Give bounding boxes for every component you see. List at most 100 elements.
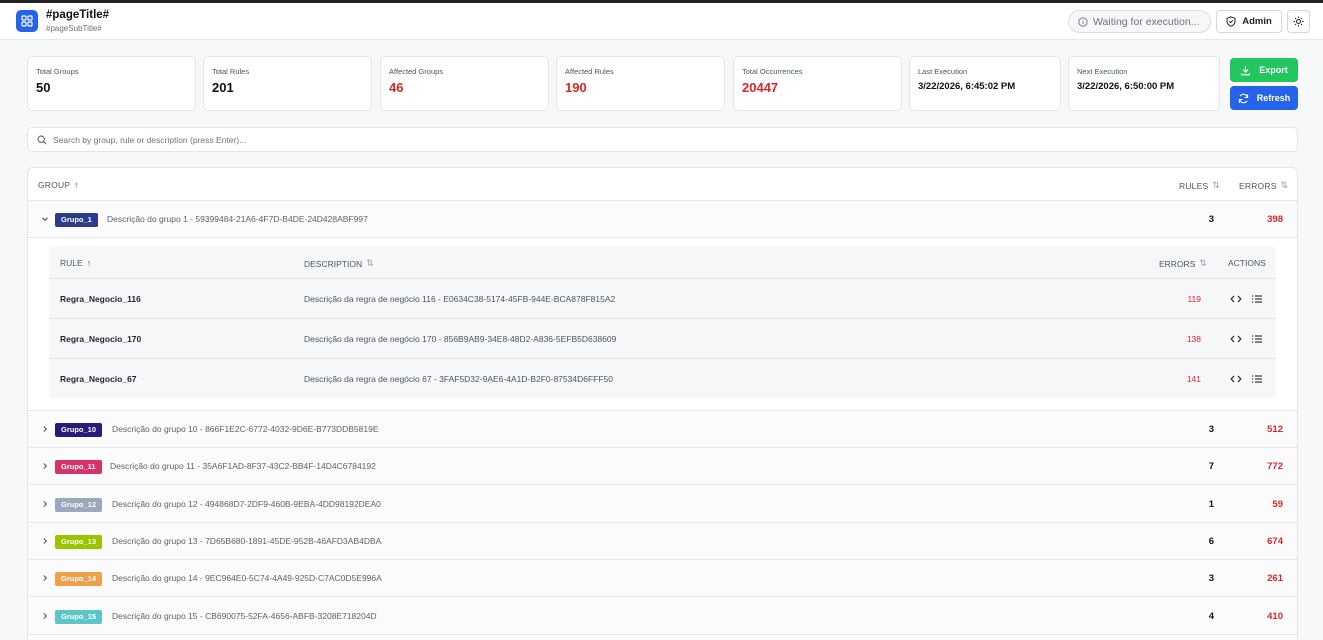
list-icon[interactable] (1251, 333, 1263, 345)
code-icon[interactable] (1230, 293, 1242, 305)
column-header-rule[interactable]: RULE ↑ (60, 258, 91, 268)
group-badge: Grupo_11 (55, 460, 102, 474)
stat-label: Total Groups (36, 67, 79, 76)
list-icon[interactable] (1251, 373, 1263, 385)
column-header-label: GROUP (38, 180, 71, 190)
list-icon[interactable] (1251, 293, 1263, 305)
app-logo-icon (16, 10, 38, 32)
column-header-label: ACTIONS (1228, 258, 1266, 268)
theme-toggle-button[interactable] (1287, 10, 1310, 33)
group-row[interactable]: Grupo_15 Descrição do grupo 15 - CB69007… (28, 598, 1297, 635)
group-errors-count: 512 (1267, 424, 1283, 435)
stat-card-last-execution: Last Execution 3/22/2026, 6:45:02 PM (909, 56, 1061, 111)
stat-label: Affected Groups (389, 67, 444, 76)
stat-card-next-execution: Next Execution 3/22/2026, 6:50:00 PM (1068, 56, 1220, 111)
code-icon[interactable] (1230, 333, 1242, 345)
stat-label: Last Execution (918, 67, 968, 76)
column-header-rules[interactable]: RULES ⇅ (1179, 180, 1220, 191)
search-bar (27, 127, 1298, 152)
column-header-rule-errors[interactable]: ERRORS ⇅ (1159, 258, 1207, 269)
stat-value: 3/22/2026, 6:50:00 PM (1077, 81, 1175, 92)
rule-errors-count: 138 (1186, 334, 1201, 344)
rule-row: Regra_Negocio_170 Descrição da regra de … (49, 318, 1276, 358)
group-rules-count: 1 (1208, 499, 1214, 510)
chevron-right-icon[interactable] (40, 573, 50, 583)
export-button[interactable]: Export (1230, 58, 1298, 82)
group-description: Descrição do grupo 13 - 7D65B680-1891-45… (112, 536, 382, 546)
rule-name: Regra_Negocio_170 (60, 334, 142, 344)
stat-value: 46 (389, 80, 404, 95)
info-icon (1078, 16, 1088, 27)
chevron-right-icon[interactable] (40, 461, 50, 471)
refresh-button-label: Refresh (1256, 93, 1291, 103)
rule-row: Regra_Negocio_116 Descrição da regra de … (49, 278, 1276, 318)
sun-icon (1293, 16, 1304, 27)
admin-button[interactable]: Admin (1216, 10, 1282, 33)
chevron-right-icon[interactable] (40, 536, 50, 546)
stat-card-total-rules: Total Rules 201 (203, 56, 372, 111)
rule-errors-count: 141 (1186, 374, 1201, 384)
column-header-actions: ACTIONS (1228, 258, 1266, 268)
code-icon[interactable] (1230, 373, 1242, 385)
rule-description: Descrição da regra de negócio 116 - E063… (304, 294, 616, 304)
group-badge: Grupo_14 (55, 572, 103, 586)
group-errors-count: 398 (1267, 214, 1283, 225)
sort-icon: ⇅ (1199, 258, 1207, 268)
column-header-label: RULES (1179, 180, 1209, 191)
refresh-icon (1238, 93, 1248, 103)
column-header-label: ERRORS (1239, 180, 1277, 191)
sort-icon: ⇅ (1212, 180, 1221, 190)
group-rules-count: 3 (1208, 573, 1214, 584)
group-row[interactable]: Grupo_1 Descrição do grupo 1 - 59399484-… (28, 201, 1297, 238)
group-rules-count: 6 (1208, 536, 1214, 547)
group-errors-count: 410 (1267, 611, 1283, 622)
sort-icon: ⇅ (366, 258, 374, 268)
group-row[interactable]: Grupo_12 Descrição do grupo 12 - 494868D… (28, 486, 1297, 523)
stat-value: 190 (565, 80, 587, 95)
download-icon (1241, 65, 1251, 75)
group-errors-count: 261 (1267, 573, 1283, 584)
stat-value: 20447 (742, 80, 779, 95)
execution-status-text: Waiting for execution... (1093, 15, 1200, 28)
chevron-down-icon[interactable] (40, 214, 50, 224)
group-badge: Grupo_13 (55, 535, 103, 549)
page-subtitle: #pageSubTitle# (46, 24, 102, 33)
stat-label: Affected Rules (565, 67, 614, 76)
rule-name: Regra_Negocio_67 (60, 374, 137, 384)
group-row[interactable]: Grupo_14 Descrição do grupo 14 - 9EC964E… (28, 560, 1297, 597)
stat-value: 201 (212, 80, 234, 95)
column-header-group[interactable]: GROUP ↑ (38, 180, 79, 190)
group-badge: Grupo_15 (55, 610, 103, 624)
column-header-description[interactable]: DESCRIPTION ⇅ (304, 258, 374, 269)
column-header-label: RULE (60, 258, 83, 268)
group-errors-count: 674 (1267, 536, 1283, 547)
app-header: #pageTitle# #pageSubTitle# Waiting for e… (0, 3, 1323, 40)
stat-value: 50 (36, 80, 51, 95)
execution-status-badge: Waiting for execution... (1068, 10, 1211, 33)
chevron-right-icon[interactable] (40, 424, 50, 434)
shield-icon (1226, 16, 1236, 27)
group-row[interactable]: Grupo_11 Descrição do grupo 11 - 35A6F1A… (28, 448, 1297, 485)
group-rules-panel: RULE ↑ DESCRIPTION ⇅ ERRORS ⇅ ACTIONS Re… (28, 238, 1297, 411)
group-badge: Grupo_1 (55, 213, 98, 227)
group-row[interactable]: Grupo_10 Descrição do grupo 10 - 866F1E2… (28, 411, 1297, 448)
rule-description: Descrição da regra de negócio 67 - 3FAF5… (304, 374, 613, 384)
export-button-label: Export (1259, 65, 1288, 75)
group-row[interactable]: Grupo_13 Descrição do grupo 13 - 7D65B68… (28, 523, 1297, 560)
table-header: GROUP ↑ RULES ⇅ ERRORS ⇅ (28, 168, 1297, 201)
stat-label: Total Rules (212, 67, 250, 76)
chevron-right-icon[interactable] (40, 499, 50, 509)
admin-button-label: Admin (1242, 16, 1272, 27)
stat-card-affected-groups: Affected Groups 46 (380, 56, 549, 111)
group-badge: Grupo_10 (55, 423, 103, 437)
group-rules-count: 7 (1208, 461, 1214, 472)
sort-icon: ⇅ (1280, 180, 1289, 190)
chevron-right-icon[interactable] (40, 611, 50, 621)
refresh-button[interactable]: Refresh (1230, 86, 1298, 110)
group-description: Descrição do grupo 10 - 866F1E2C-6772-40… (112, 424, 379, 434)
groups-table: GROUP ↑ RULES ⇅ ERRORS ⇅ Grupo_1 Descriç… (27, 167, 1298, 640)
sort-ascending-icon: ↑ (74, 180, 79, 190)
search-input[interactable] (53, 134, 1253, 145)
column-header-errors[interactable]: ERRORS ⇅ (1239, 180, 1288, 191)
group-description: Descrição do grupo 1 - 59399484-21A6-4F7… (107, 214, 368, 224)
